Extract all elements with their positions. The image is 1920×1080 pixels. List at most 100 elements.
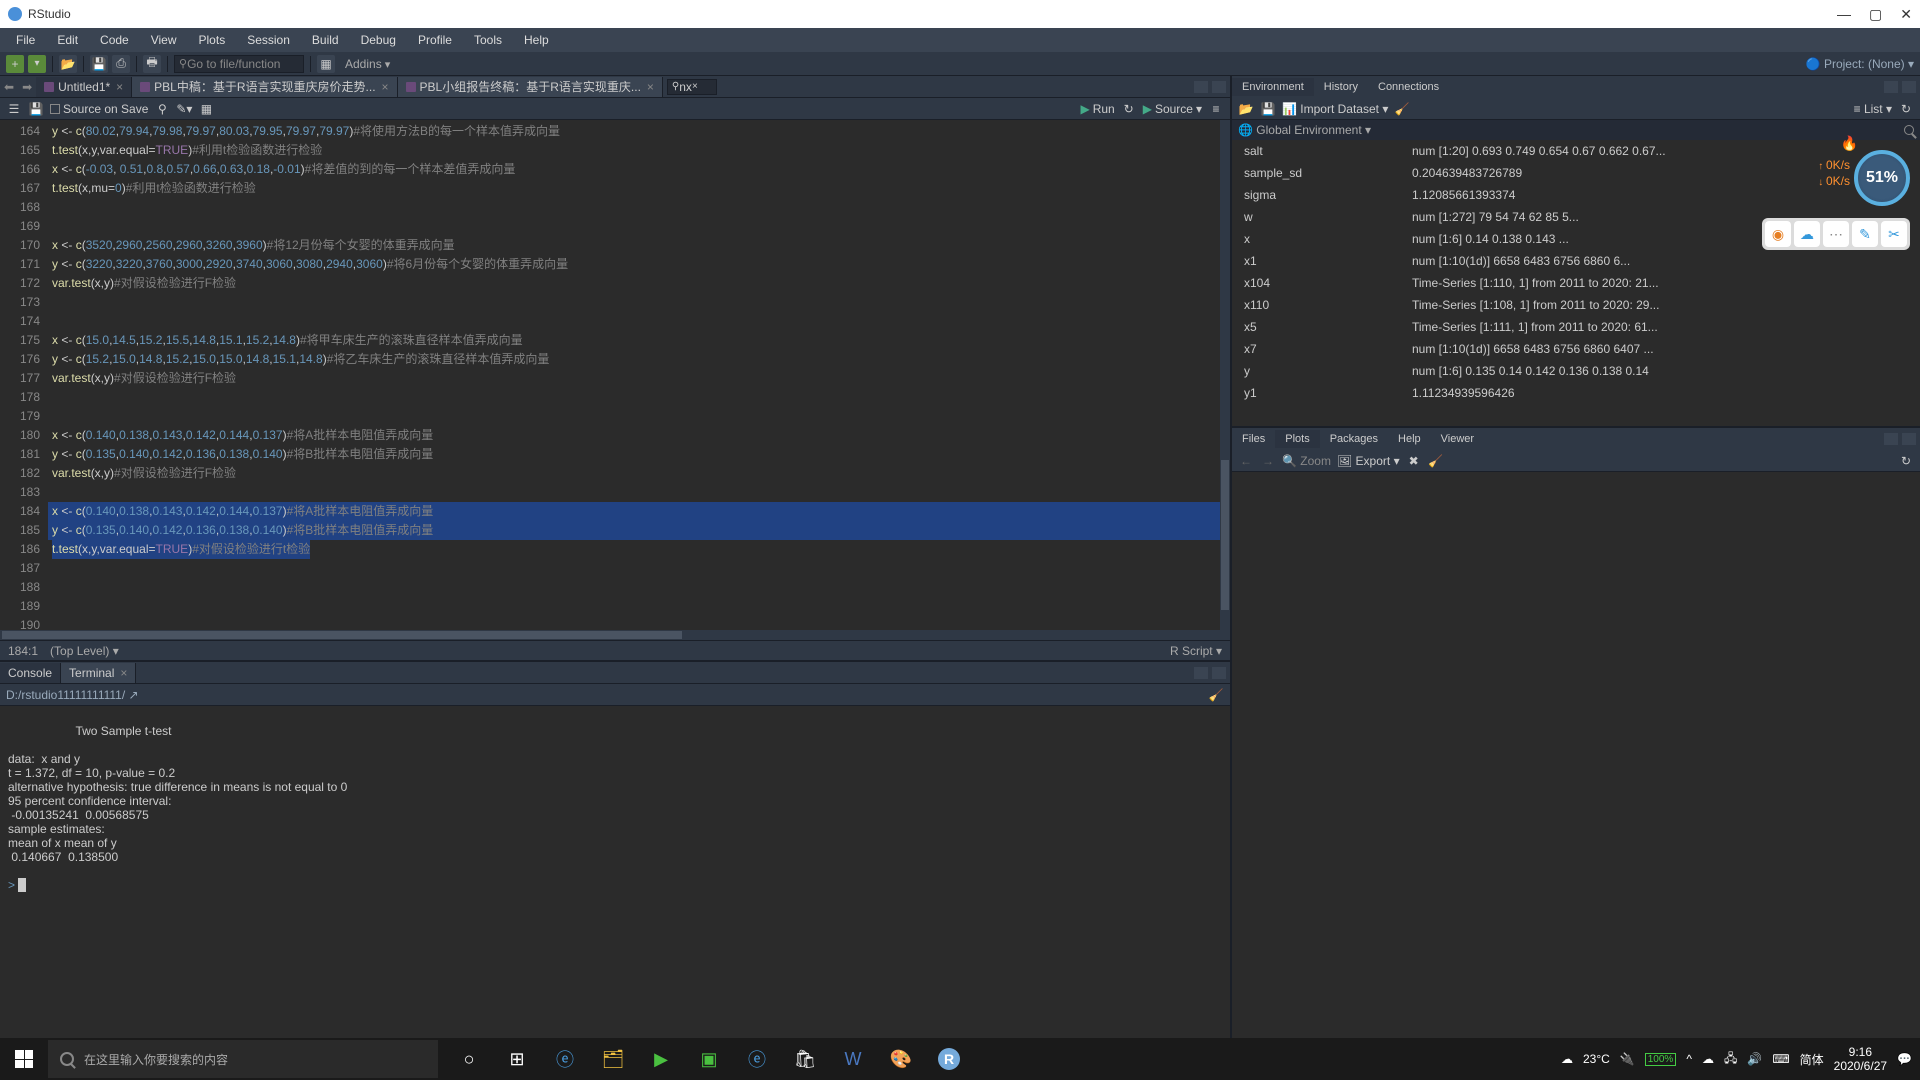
tab-history[interactable]: History [1314,78,1368,96]
show-outline-button[interactable]: ☰ [6,101,22,117]
env-var-salt[interactable]: saltnum [1:20] 0.693 0.749 0.654 0.67 0.… [1232,140,1920,162]
new-file-button[interactable]: + [6,55,24,73]
tool-icon-3[interactable]: ⋯ [1823,221,1849,247]
pane-min-button[interactable] [1194,667,1208,679]
source-tab-2[interactable]: PBL小组报告终稿：基于R语言实现重庆...× [398,77,663,97]
pane-max-button[interactable] [1902,433,1916,445]
power-icon[interactable]: 🔌 [1620,1052,1635,1066]
prev-plot-button[interactable]: ← [1238,453,1254,469]
maximize-button[interactable]: ▢ [1869,6,1882,23]
tab-search-input[interactable]: ⚲ nx × [667,79,717,95]
env-var-y[interactable]: ynum [1:6] 0.135 0.14 0.142 0.136 0.138 … [1232,360,1920,382]
export-button[interactable]: 🖼 Export ▾ [1337,454,1400,468]
environment-list[interactable]: saltnum [1:20] 0.693 0.749 0.654 0.67 0.… [1232,140,1920,426]
ie-icon[interactable]: ⓔ [734,1038,780,1080]
explorer-icon[interactable]: 🗂 [590,1038,636,1080]
env-var-x110[interactable]: x110Time-Series [1:108, 1] from 2011 to … [1232,294,1920,316]
word-icon[interactable]: W [830,1038,876,1080]
code-editor[interactable]: 1641651661671681691701711721731741751761… [0,120,1230,630]
network-icon[interactable]: 🖧 [1724,1049,1737,1070]
env-var-x5[interactable]: x5Time-Series [1:111, 1] from 2011 to 20… [1232,316,1920,338]
tray-chevron-icon[interactable]: ^ [1686,1052,1692,1066]
env-var-x104[interactable]: x104Time-Series [1:110, 1] from 2011 to … [1232,272,1920,294]
tool-icon-5[interactable]: ✂ [1881,221,1907,247]
load-workspace-button[interactable]: 📂 [1238,101,1254,117]
save-button[interactable]: 💾 [28,101,44,117]
editor-vscroll[interactable] [1220,120,1230,630]
find-button[interactable]: ⚲ [154,101,170,117]
tool-icon-1[interactable]: ◉ [1765,221,1791,247]
run-button[interactable]: ▶Run [1080,102,1114,116]
menu-file[interactable]: File [6,31,45,49]
clock[interactable]: 9:162020/6/27 [1834,1045,1887,1073]
iqiyi-icon[interactable]: ▣ [686,1038,732,1080]
save-workspace-button[interactable]: 💾 [1260,101,1276,117]
task-view-icon[interactable]: ⊞ [494,1038,540,1080]
tab-help[interactable]: Help [1388,430,1431,448]
print-button[interactable]: 🖶 [143,55,161,73]
addins-menu[interactable]: Addins ▾ [339,57,396,71]
source-button[interactable]: ▶Source ▾ [1143,102,1202,116]
env-var-sample_sd[interactable]: sample_sd0.204639483726789 [1232,162,1920,184]
tool-icon-2[interactable]: ☁ [1794,221,1820,247]
menu-debug[interactable]: Debug [351,31,406,49]
taskbar-search[interactable]: 在这里输入你要搜索的内容 [48,1040,438,1078]
ime-label[interactable]: 简体 [1800,1051,1824,1068]
clear-plots-button[interactable]: 🧹 [1428,453,1444,469]
close-button[interactable]: ✕ [1900,6,1912,23]
menu-view[interactable]: View [141,31,187,49]
source-tab-1[interactable]: PBL中稿：基于R语言实现重庆房价走势...× [132,77,397,97]
menu-profile[interactable]: Profile [408,31,462,49]
menu-session[interactable]: Session [237,31,300,49]
env-scope-dropdown[interactable]: 🌐 Global Environment ▾ [1238,123,1371,137]
project-menu[interactable]: 🔵 Project: (None) ▾ [1806,57,1914,71]
tab-packages[interactable]: Packages [1320,430,1388,448]
clear-console-button[interactable]: 🧹 [1208,687,1224,703]
env-var-x7[interactable]: x7num [1:10(1d)] 6658 6483 6756 6860 640… [1232,338,1920,360]
tab-plots[interactable]: Plots [1275,430,1319,448]
working-directory[interactable]: D:/rstudio11111111111/ ↗ [6,688,139,702]
menu-build[interactable]: Build [302,31,349,49]
compile-button[interactable]: ▦ [198,101,214,117]
tab-console[interactable]: Console [0,663,61,683]
pane-min-button[interactable] [1884,433,1898,445]
pane-max-button[interactable] [1212,81,1226,93]
tab-files[interactable]: Files [1232,430,1275,448]
tool-icon-4[interactable]: ✎ [1852,221,1878,247]
menu-help[interactable]: Help [514,31,559,49]
start-button[interactable] [0,1038,48,1080]
store-icon[interactable]: 🛍 [782,1038,828,1080]
save-all-button[interactable]: ⎙ [112,55,130,73]
menu-plots[interactable]: Plots [189,31,236,49]
tab-viewer[interactable]: Viewer [1431,430,1484,448]
nav-back-button[interactable]: ⬅ [0,80,18,94]
next-plot-button[interactable]: → [1260,453,1276,469]
onedrive-icon[interactable]: ☁ [1702,1052,1714,1066]
notifications-icon[interactable]: 💬 [1897,1052,1912,1066]
source-on-save-checkbox[interactable]: Source on Save [50,102,148,116]
save-button[interactable]: 💾 [90,55,108,73]
import-dataset-button[interactable]: 📊 Import Dataset ▾ [1282,102,1388,116]
pane-min-button[interactable] [1194,81,1208,93]
zoom-button[interactable]: 🔍 Zoom [1282,454,1331,468]
ime-icon[interactable]: ⌨ [1772,1052,1789,1066]
rstudio-icon[interactable]: R [926,1038,972,1080]
language-indicator[interactable]: R Script ▾ [1170,644,1222,658]
goto-file-input[interactable]: ⚲ Go to file/function [174,55,304,73]
tab-terminal[interactable]: Terminal× [61,663,136,683]
weather-icon[interactable]: ☁ [1561,1052,1573,1066]
floating-toolbar[interactable]: ◉ ☁ ⋯ ✎ ✂ [1762,218,1910,250]
remove-plot-button[interactable]: ✖ [1406,453,1422,469]
pane-max-button[interactable] [1212,667,1226,679]
menu-edit[interactable]: Edit [47,31,88,49]
refresh-env-button[interactable]: ↻ [1898,101,1914,117]
env-search[interactable] [1904,125,1914,135]
menu-tools[interactable]: Tools [464,31,512,49]
battery-status[interactable]: 100% [1645,1053,1677,1066]
grid-button[interactable]: ▦ [317,55,335,73]
env-var-sigma[interactable]: sigma1.12085661393374 [1232,184,1920,206]
pane-min-button[interactable] [1884,81,1898,93]
env-var-x1[interactable]: x1num [1:10(1d)] 6658 6483 6756 6860 6..… [1232,250,1920,272]
pane-max-button[interactable] [1902,81,1916,93]
env-var-y1[interactable]: y11.11234939596426 [1232,382,1920,404]
